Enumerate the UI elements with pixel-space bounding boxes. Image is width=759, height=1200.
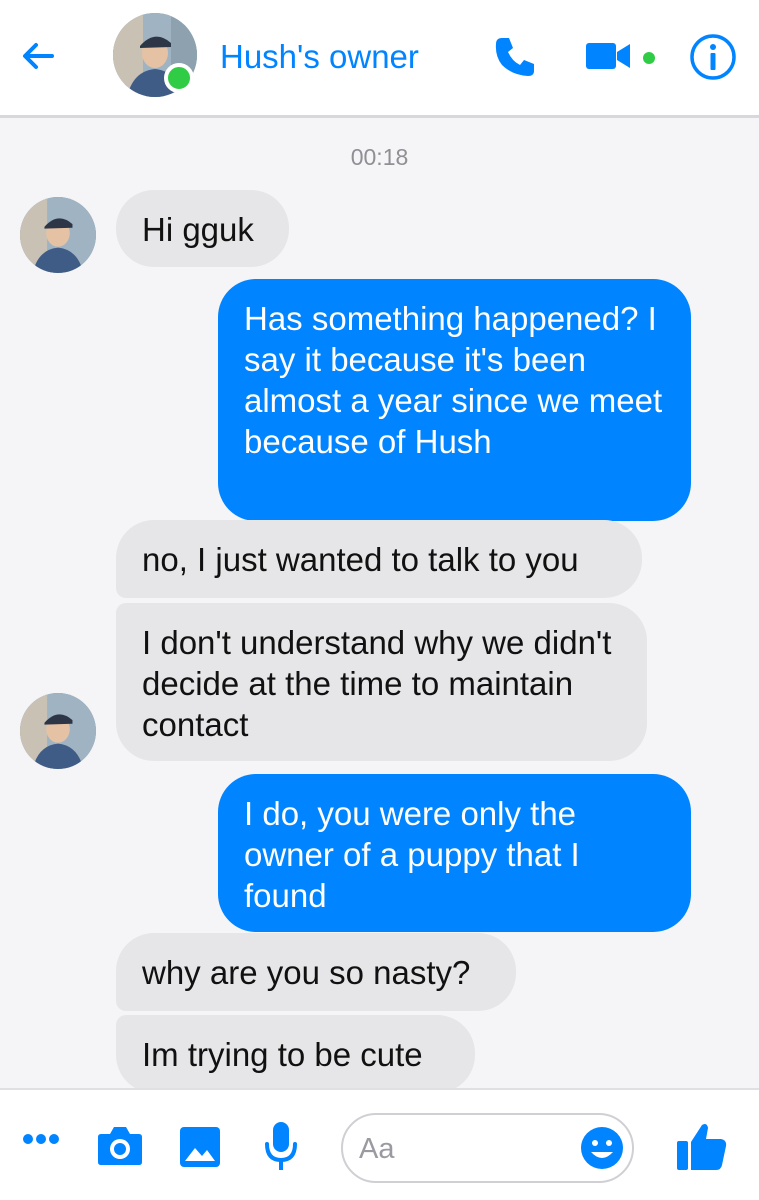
message-bubble-received[interactable]: Im trying to be cute xyxy=(116,1015,475,1093)
image-icon[interactable] xyxy=(179,1126,221,1168)
sender-avatar[interactable] xyxy=(20,693,96,769)
video-available-dot xyxy=(643,52,655,64)
info-icon[interactable] xyxy=(688,32,738,82)
chat-header: Hush's owner xyxy=(0,0,759,118)
video-camera-icon[interactable] xyxy=(584,38,632,74)
sender-avatar[interactable] xyxy=(20,197,96,273)
message-bubble-received[interactable]: Hi gguk xyxy=(116,190,289,267)
contact-name[interactable]: Hush's owner xyxy=(220,38,419,76)
message-input[interactable]: Aa xyxy=(341,1113,634,1183)
emoji-icon[interactable] xyxy=(580,1126,624,1170)
more-dots-icon[interactable] xyxy=(22,1132,60,1146)
message-bubble-received[interactable]: why are you so nasty? xyxy=(116,933,516,1011)
message-input-placeholder: Aa xyxy=(359,1133,395,1165)
message-bubble-received[interactable]: I don't understand why we didn't decide … xyxy=(116,603,647,761)
microphone-icon[interactable] xyxy=(264,1120,298,1172)
message-bubble-received[interactable]: no, I just wanted to talk to you xyxy=(116,520,642,598)
online-status-dot xyxy=(164,63,194,93)
thumbs-up-icon[interactable] xyxy=(676,1121,728,1171)
camera-icon[interactable] xyxy=(97,1124,143,1166)
message-timestamp: 00:18 xyxy=(350,144,409,170)
message-composer: Aa xyxy=(0,1088,759,1200)
message-bubble-sent[interactable]: Has something happened? I say it because… xyxy=(218,279,691,521)
phone-icon[interactable] xyxy=(490,32,540,82)
message-bubble-sent[interactable]: I do, you were only the owner of a puppy… xyxy=(218,774,691,932)
arrow-left-icon[interactable] xyxy=(18,36,58,76)
